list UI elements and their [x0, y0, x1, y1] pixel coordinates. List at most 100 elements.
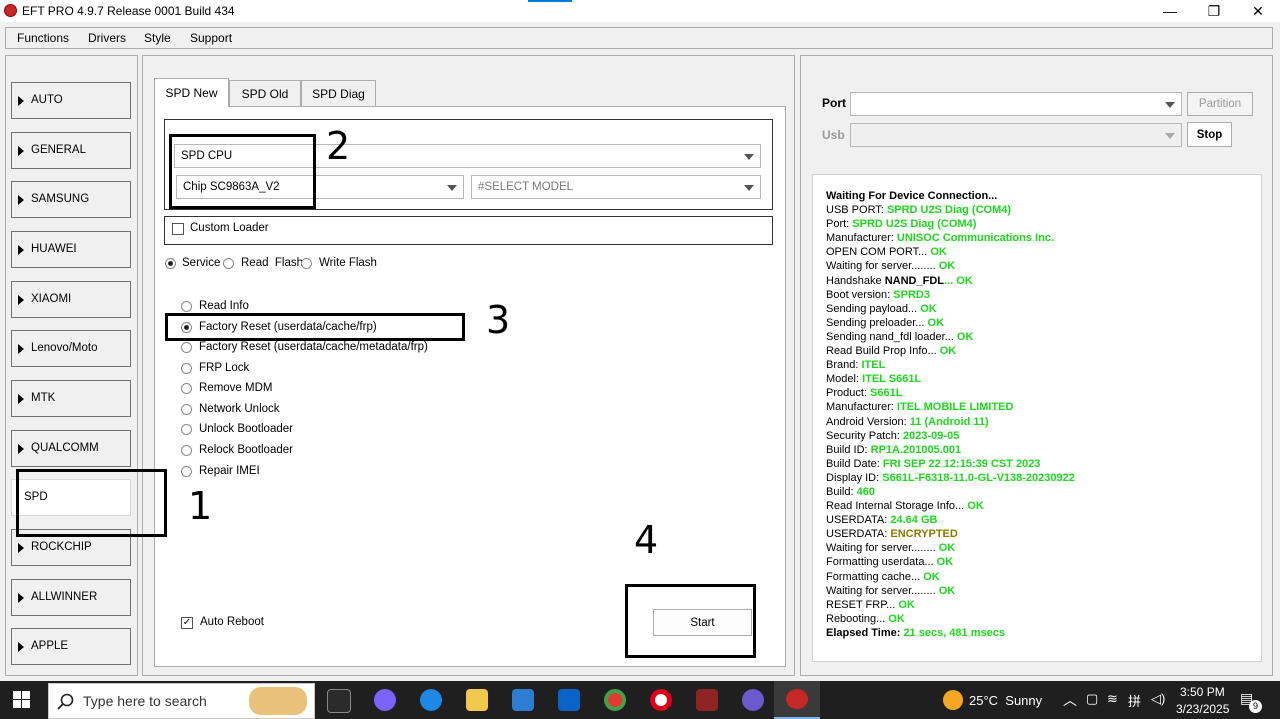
operation-radio[interactable]: [181, 383, 192, 394]
opera-icon[interactable]: [650, 689, 672, 711]
annotation-number-3: 3: [486, 298, 511, 342]
caret-right-icon: [18, 444, 24, 454]
copilot-icon[interactable]: [374, 689, 396, 711]
maximize-button[interactable]: ❐: [1192, 0, 1236, 22]
sidebar-item-label: QUALCOMM: [31, 442, 99, 454]
operation-radio[interactable]: [181, 342, 192, 353]
log-line: Build ID: RP1A.201005.001: [826, 443, 1261, 457]
sidebar-item-xiaomi[interactable]: XIAOMI: [11, 281, 131, 318]
clock-time[interactable]: 3:50 PM: [1180, 685, 1225, 699]
usb-select[interactable]: [850, 123, 1182, 147]
log-key: Manufacturer:: [826, 401, 897, 414]
operation-radio[interactable]: [181, 466, 192, 477]
edge-icon[interactable]: [420, 689, 442, 711]
operation-radio[interactable]: [181, 445, 192, 456]
partition-button[interactable]: Partition: [1187, 92, 1253, 116]
search-placeholder: Type here to search: [83, 693, 207, 709]
annotation-number-2: 2: [326, 124, 351, 168]
sidebar-item-apple[interactable]: APPLE: [11, 628, 131, 665]
sidebar-item-allwinner[interactable]: ALLWINNER: [11, 579, 131, 616]
close-button[interactable]: ✕: [1236, 0, 1280, 22]
sidebar-item-qualcomm[interactable]: QUALCOMM: [11, 430, 131, 467]
operation-radio[interactable]: [181, 363, 192, 374]
network-icon[interactable]: ▢: [1086, 691, 1098, 707]
windows-start-icon[interactable]: [13, 691, 30, 708]
weather-text[interactable]: 25°C Sunny: [969, 693, 1042, 708]
wifi-icon[interactable]: ≋: [1107, 691, 1118, 707]
log-value: SPRD U2S Diag (COM4): [852, 218, 977, 231]
log-key: Handshake: [826, 274, 885, 287]
log-key: Port:: [826, 218, 853, 231]
chevron-up-icon[interactable]: ︿: [1063, 690, 1077, 710]
mode-write-flash-radio[interactable]: [301, 258, 312, 269]
log-value: FRI SEP 22 12:15:39 CST 2023: [882, 457, 1041, 470]
taskbar-eft-active[interactable]: [774, 681, 820, 719]
winrar-icon[interactable]: [696, 689, 718, 711]
log-key: Model:: [826, 373, 863, 386]
clock-date[interactable]: 3/23/2025: [1176, 702, 1229, 716]
log-line: Rebooting... OK: [826, 612, 1261, 626]
log-key: Build Date:: [826, 457, 883, 470]
log-line: RESET FRP... OK: [826, 598, 1261, 612]
custom-loader-checkbox[interactable]: [172, 223, 184, 235]
sidebar-item-lenovo-moto[interactable]: Lenovo/Moto: [11, 330, 131, 367]
weather-icon[interactable]: [943, 690, 963, 710]
log-line: USERDATA: 24.64 GB: [826, 513, 1261, 527]
log-value: RP1A.201005.001: [870, 443, 962, 456]
chrome-icon[interactable]: [604, 689, 626, 711]
taskbar-search-input[interactable]: Type here to search: [48, 683, 315, 719]
log-line: Build: 460: [826, 485, 1261, 499]
log-value: OK: [927, 316, 945, 329]
tab-spd-diag[interactable]: SPD Diag: [301, 80, 376, 106]
log-line: Manufacturer: UNISOC Communications Inc.: [826, 231, 1261, 245]
log-key: Sending preloader...: [826, 316, 928, 329]
log-value: OK: [938, 260, 956, 273]
log-value: 11 (Android 11): [909, 415, 989, 428]
log-value: OK: [898, 598, 915, 611]
operation-radio[interactable]: [181, 424, 192, 435]
log-value: OK: [888, 612, 905, 625]
tab-spd-old[interactable]: SPD Old: [229, 80, 301, 106]
tool-app-icon[interactable]: [742, 689, 764, 711]
mode-service-radio[interactable]: [165, 258, 176, 269]
menu-functions[interactable]: Functions: [17, 31, 69, 45]
log-value: OK: [923, 570, 940, 583]
operation-radio[interactable]: [181, 301, 192, 312]
sidebar-item-samsung[interactable]: SAMSUNG: [11, 181, 131, 218]
task-view-icon[interactable]: [327, 689, 351, 713]
mode-read-flash-radio[interactable]: [223, 258, 234, 269]
operation-label: Factory Reset (userdata/cache/metadata/f…: [199, 341, 428, 353]
sidebar-item-mtk[interactable]: MTK: [11, 380, 131, 417]
log-key: Rebooting...: [826, 612, 889, 625]
sidebar-item-general[interactable]: GENERAL: [11, 132, 131, 169]
file-explorer-icon[interactable]: [466, 689, 488, 711]
operation-radio[interactable]: [181, 404, 192, 415]
language-icon[interactable]: 拼: [1128, 691, 1141, 710]
store-icon[interactable]: [512, 689, 534, 711]
model-select[interactable]: #SELECT MODEL: [471, 175, 761, 199]
custom-loader-label: Custom Loader: [190, 222, 269, 234]
menu-support[interactable]: Support: [190, 31, 232, 45]
log-line: Model: ITEL S661L: [826, 372, 1261, 386]
outlook-icon[interactable]: [558, 689, 580, 711]
sidebar-item-auto[interactable]: AUTO: [11, 82, 131, 119]
log-value: OK: [938, 584, 956, 597]
caret-right-icon: [18, 96, 24, 106]
operation-label: Relock Bootloader: [199, 444, 293, 456]
minimize-button[interactable]: —: [1148, 0, 1192, 22]
menu-style[interactable]: Style: [144, 31, 171, 45]
log-value: 2023-09-05: [903, 429, 960, 442]
log-line: USB PORT: SPRD U2S Diag (COM4): [826, 203, 1261, 217]
log-value: OK: [920, 302, 937, 315]
volume-icon[interactable]: ◁): [1151, 691, 1165, 707]
log-value: OK: [930, 246, 947, 259]
operation-label: Unlock Bootloader: [199, 423, 293, 435]
log-line: Sending payload... OK: [826, 302, 1261, 316]
port-select[interactable]: [850, 92, 1182, 116]
log-key: USERDATA:: [826, 514, 891, 527]
menu-drivers[interactable]: Drivers: [88, 31, 126, 45]
sidebar-item-huawei[interactable]: HUAWEI: [11, 231, 131, 268]
stop-button[interactable]: Stop: [1187, 122, 1232, 147]
tab-spd-new[interactable]: SPD New: [154, 78, 229, 107]
auto-reboot-checkbox[interactable]: ✓: [181, 617, 193, 629]
